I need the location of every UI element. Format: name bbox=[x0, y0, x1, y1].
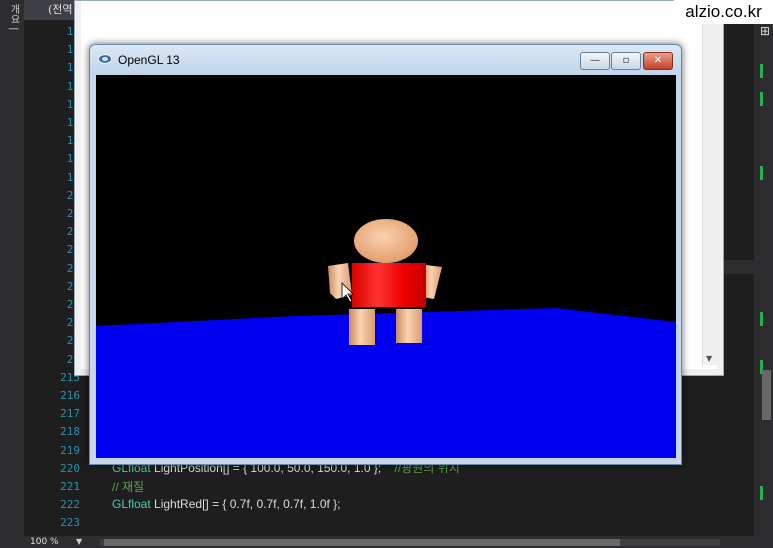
window-titlebar[interactable]: OpenGL 13 — ▫ ✕ bbox=[90, 45, 681, 75]
opengl-render-area[interactable] bbox=[96, 75, 676, 458]
line-number: 219 bbox=[60, 443, 80, 457]
code-text: LightRed[] = { 0.7f, 0.7f, 0.7f, 1.0f }; bbox=[150, 497, 341, 511]
maximize-button[interactable]: ▫ bbox=[611, 52, 641, 70]
scroll-down-arrow-icon[interactable]: ▼ bbox=[706, 354, 712, 363]
change-marker bbox=[760, 486, 763, 500]
app-icon bbox=[98, 54, 112, 64]
splitter[interactable] bbox=[724, 260, 754, 274]
line-number: 217 bbox=[60, 407, 80, 421]
change-marker bbox=[760, 92, 763, 106]
figure-head bbox=[354, 219, 418, 263]
line-number: 223 bbox=[60, 516, 80, 530]
figure-right-leg bbox=[396, 309, 422, 343]
line-number: 216 bbox=[60, 389, 80, 402]
editor-overview-margin bbox=[754, 20, 773, 536]
figure-torso bbox=[352, 263, 426, 307]
vertical-scrollbar-thumb[interactable] bbox=[762, 370, 771, 420]
watermark: alzio.co.kr bbox=[674, 0, 773, 24]
code-line-221: // 재질 bbox=[112, 478, 144, 495]
left-tool-strip: 개요 | bbox=[0, 0, 25, 548]
keyword-glfloat: GLfloat bbox=[112, 497, 151, 511]
line-number: 221 bbox=[60, 480, 80, 493]
code-comment: // 재질 bbox=[112, 480, 145, 494]
background-window-scrollbar[interactable]: ▼ bbox=[702, 1, 717, 365]
close-button[interactable]: ✕ bbox=[643, 52, 673, 70]
change-marker bbox=[760, 166, 763, 180]
line-number: 218 bbox=[60, 425, 80, 439]
rendered-scene bbox=[96, 75, 676, 458]
floor-plane bbox=[96, 308, 676, 458]
split-icon[interactable]: ⊞ bbox=[760, 24, 770, 38]
opengl-window[interactable]: OpenGL 13 — ▫ ✕ bbox=[89, 44, 682, 465]
figure-left-leg bbox=[349, 309, 375, 345]
horizontal-scrollbar-thumb[interactable] bbox=[104, 539, 620, 546]
line-number: 220 bbox=[60, 461, 80, 475]
line-number: 222 bbox=[60, 498, 80, 512]
outline-tab-label[interactable]: 개요 | bbox=[6, 4, 21, 31]
zoom-dropdown-icon[interactable]: ▼ bbox=[76, 536, 82, 548]
zoom-level[interactable]: 100 % bbox=[30, 536, 59, 548]
code-line-222: GLfloat LightRed[] = { 0.7f, 0.7f, 0.7f,… bbox=[112, 497, 341, 511]
window-title: OpenGL 13 bbox=[118, 53, 180, 67]
change-marker bbox=[760, 64, 763, 78]
minimize-button[interactable]: — bbox=[580, 52, 610, 70]
change-marker bbox=[760, 312, 763, 326]
